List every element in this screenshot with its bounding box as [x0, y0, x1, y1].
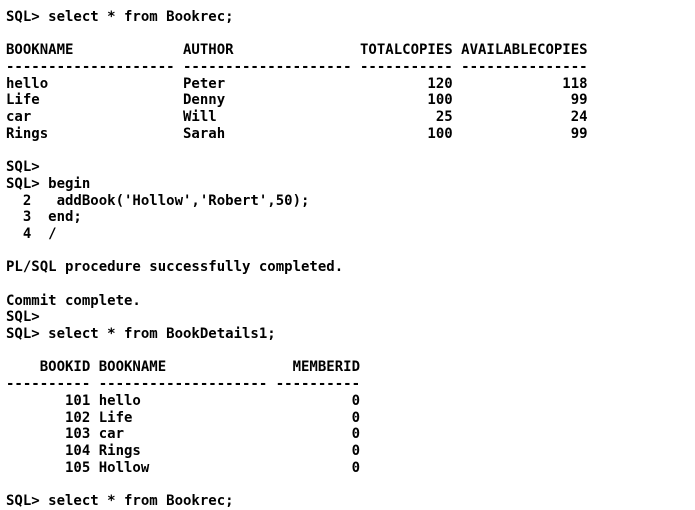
terminal-line: 103 car 0 [6, 426, 361, 443]
terminal-line: SQL> begin [6, 175, 91, 192]
terminal-line: 4 / [6, 225, 57, 242]
terminal-line: SQL> [6, 309, 40, 326]
terminal-line: Life Denny 100 99 [6, 92, 588, 109]
terminal-line: 105 Hollow 0 [6, 459, 361, 476]
terminal-line: hello Peter 120 118 [6, 75, 588, 92]
terminal-line: car Will 25 24 [6, 109, 588, 126]
terminal-line: 104 Rings 0 [6, 442, 361, 459]
terminal-line: 3 end; [6, 209, 82, 226]
terminal-line: BOOKNAME AUTHOR TOTALCOPIES AVAILABLECOP… [6, 42, 588, 59]
terminal-line: SQL> select * from Bookrec; [6, 9, 234, 25]
terminal-line: BOOKID BOOKNAME MEMBERID [6, 359, 361, 376]
terminal-line: SQL> [6, 159, 40, 176]
terminal-line: 101 hello 0 [6, 392, 361, 409]
sqlplus-terminal[interactable]: SQL> select * from Bookrec; BOOKNAME AUT… [0, 0, 695, 509]
terminal-line: -------------------- -------------------… [6, 59, 588, 76]
terminal-line: ---------- -------------------- --------… [6, 376, 361, 393]
terminal-line: SQL> select * from Bookrec; [6, 492, 234, 509]
terminal-line: 2 addBook('Hollow','Robert',50); [6, 192, 310, 209]
terminal-line: SQL> select * from BookDetails1; [6, 326, 276, 343]
terminal-line: PL/SQL procedure successfully completed. [6, 259, 344, 276]
terminal-line: Rings Sarah 100 99 [6, 125, 588, 142]
terminal-line: Commit complete. [6, 292, 141, 309]
terminal-line: 102 Life 0 [6, 409, 361, 426]
